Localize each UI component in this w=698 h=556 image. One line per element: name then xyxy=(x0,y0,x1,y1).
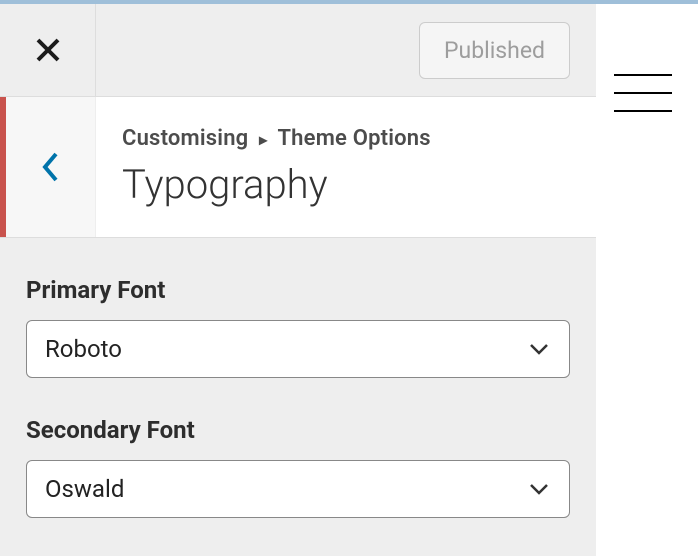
page-title: Typography xyxy=(122,161,570,208)
hamburger-line-icon xyxy=(614,110,672,112)
chevron-down-icon xyxy=(527,477,551,501)
secondary-font-group: Secondary Font Oswald xyxy=(26,416,570,518)
breadcrumb: Customising ▸ Theme Options xyxy=(122,126,570,151)
publish-area: Published xyxy=(96,4,596,96)
secondary-font-value: Oswald xyxy=(45,475,527,503)
publish-status-button[interactable]: Published xyxy=(419,22,570,79)
primary-font-group: Primary Font Roboto xyxy=(26,276,570,378)
chevron-left-icon xyxy=(40,150,62,184)
close-button[interactable] xyxy=(0,4,96,96)
primary-font-label: Primary Font xyxy=(26,276,570,304)
breadcrumb-section: Theme Options xyxy=(277,126,430,151)
panel-heading-text: Customising ▸ Theme Options Typography xyxy=(96,97,596,237)
secondary-font-select[interactable]: Oswald xyxy=(26,460,570,518)
hamburger-line-icon xyxy=(614,92,672,94)
primary-font-select[interactable]: Roboto xyxy=(26,320,570,378)
publish-status-label: Published xyxy=(444,37,545,64)
back-button[interactable] xyxy=(6,97,96,237)
secondary-font-label: Secondary Font xyxy=(26,416,570,444)
customizer-panel: Published Customising ▸ Theme Options Ty… xyxy=(0,4,596,556)
hamburger-line-icon xyxy=(614,74,672,76)
chevron-down-icon xyxy=(527,337,551,361)
primary-font-value: Roboto xyxy=(45,335,527,363)
panel-heading-row: Customising ▸ Theme Options Typography xyxy=(0,97,596,238)
breadcrumb-root: Customising xyxy=(122,126,248,151)
controls-area: Primary Font Roboto Secondary Font Oswal… xyxy=(0,238,596,556)
preview-area xyxy=(596,4,698,556)
panel-toolbar: Published xyxy=(0,4,596,97)
main-container: Published Customising ▸ Theme Options Ty… xyxy=(0,4,698,556)
hamburger-menu-button[interactable] xyxy=(614,74,672,112)
breadcrumb-separator-icon: ▸ xyxy=(259,130,267,149)
close-icon xyxy=(34,36,62,64)
